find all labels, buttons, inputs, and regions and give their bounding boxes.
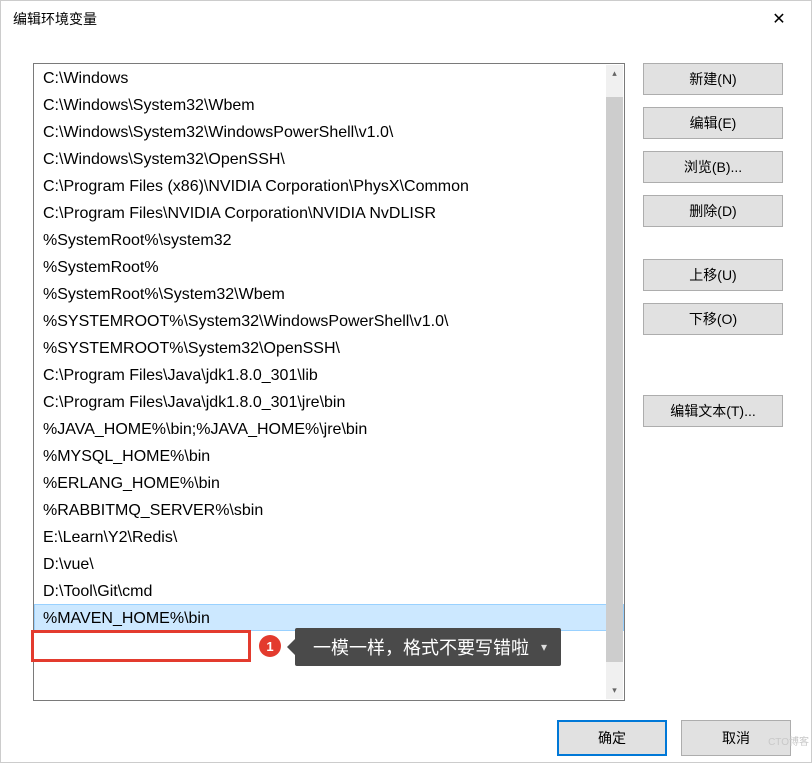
delete-button[interactable]: 删除(D) xyxy=(643,195,783,227)
list-item[interactable]: C:\Windows\System32\WindowsPowerShell\v1… xyxy=(34,118,624,145)
list-item[interactable]: E:\Learn\Y2\Redis\ xyxy=(34,523,624,550)
list-item[interactable]: D:\vue\ xyxy=(34,550,624,577)
list-item[interactable]: C:\Program Files\Java\jdk1.8.0_301\jre\b… xyxy=(34,388,624,415)
list-item[interactable]: %RABBITMQ_SERVER%\sbin xyxy=(34,496,624,523)
list-item[interactable]: %JAVA_HOME%\bin;%JAVA_HOME%\jre\bin xyxy=(34,415,624,442)
list-item[interactable]: C:\Windows\System32\OpenSSH\ xyxy=(34,145,624,172)
edit-button[interactable]: 编辑(E) xyxy=(643,107,783,139)
list-item[interactable]: C:\Program Files\Java\jdk1.8.0_301\lib xyxy=(34,361,624,388)
edittext-button[interactable]: 编辑文本(T)... xyxy=(643,395,783,427)
list-item[interactable]: %SYSTEMROOT%\System32\OpenSSH\ xyxy=(34,334,624,361)
list-item[interactable]: C:\Program Files (x86)\NVIDIA Corporatio… xyxy=(34,172,624,199)
list-item[interactable]: D:\Tool\Git\cmd xyxy=(34,577,624,604)
browse-button[interactable]: 浏览(B)... xyxy=(643,151,783,183)
dialog-button-bar: 确定 取消 xyxy=(557,720,791,756)
close-icon[interactable]: ✕ xyxy=(759,1,799,37)
scroll-up-icon[interactable]: ▴ xyxy=(606,65,623,82)
list-item[interactable]: C:\Windows\System32\Wbem xyxy=(34,91,624,118)
list-item[interactable]: %MAVEN_HOME%\bin xyxy=(34,604,624,631)
list-item[interactable]: %SystemRoot%\system32 xyxy=(34,226,624,253)
list-item[interactable]: %SYSTEMROOT%\System32\WindowsPowerShell\… xyxy=(34,307,624,334)
scroll-thumb[interactable] xyxy=(606,97,623,662)
list-item[interactable]: %SystemRoot%\System32\Wbem xyxy=(34,280,624,307)
new-button[interactable]: 新建(N) xyxy=(643,63,783,95)
content-area: C:\WindowsC:\Windows\System32\WbemC:\Win… xyxy=(1,37,811,762)
dialog-window: 编辑环境变量 ✕ C:\WindowsC:\Windows\System32\W… xyxy=(0,0,812,763)
list-item[interactable]: C:\Windows xyxy=(34,64,624,91)
scrollbar-vertical[interactable]: ▴ ▾ xyxy=(606,65,623,699)
list-item[interactable]: %MYSQL_HOME%\bin xyxy=(34,442,624,469)
list-item[interactable]: C:\Program Files\NVIDIA Corporation\NVID… xyxy=(34,199,624,226)
button-column: 新建(N) 编辑(E) 浏览(B)... 删除(D) 上移(U) 下移(O) 编… xyxy=(643,63,783,752)
path-listbox[interactable]: C:\WindowsC:\Windows\System32\WbemC:\Win… xyxy=(34,64,624,700)
ok-button[interactable]: 确定 xyxy=(557,720,667,756)
scroll-down-icon[interactable]: ▾ xyxy=(606,682,623,699)
moveup-button[interactable]: 上移(U) xyxy=(643,259,783,291)
movedown-button[interactable]: 下移(O) xyxy=(643,303,783,335)
dialog-title: 编辑环境变量 xyxy=(13,9,759,29)
scroll-track[interactable] xyxy=(606,82,623,682)
cancel-button[interactable]: 取消 xyxy=(681,720,791,756)
list-item[interactable]: %ERLANG_HOME%\bin xyxy=(34,469,624,496)
path-list-container: C:\WindowsC:\Windows\System32\WbemC:\Win… xyxy=(33,63,625,701)
list-item[interactable]: %SystemRoot% xyxy=(34,253,624,280)
titlebar: 编辑环境变量 ✕ xyxy=(1,1,811,37)
